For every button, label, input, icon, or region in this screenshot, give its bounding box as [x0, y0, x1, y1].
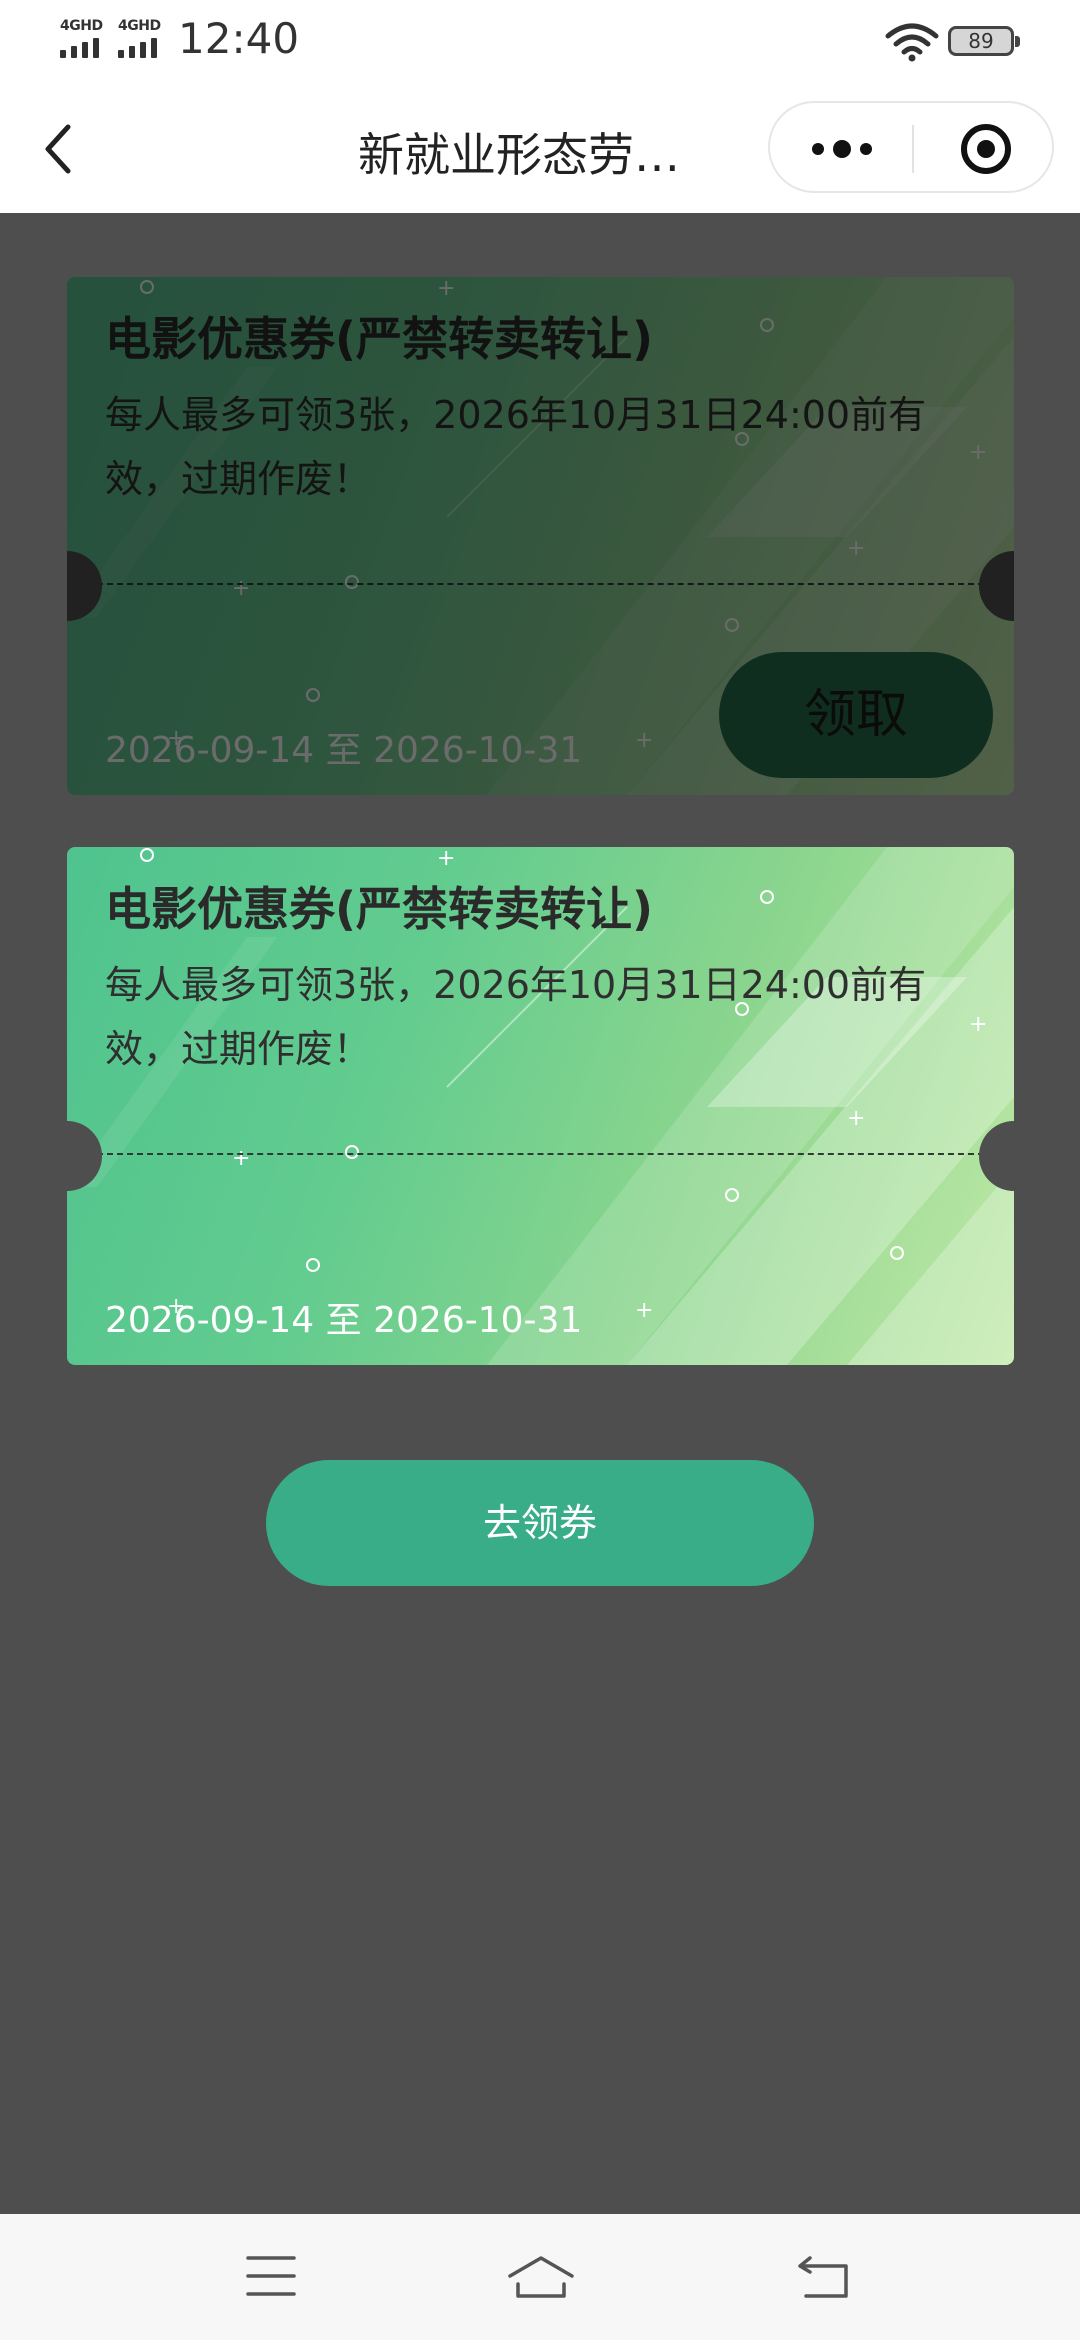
- system-nav-bar: [0, 2214, 1080, 2340]
- svg-text:+: +: [232, 576, 250, 601]
- claim-button[interactable]: 领取: [719, 652, 993, 778]
- coupon-date-range: 2026-09-14 至 2026-10-31: [105, 1300, 583, 1341]
- wifi-icon: [885, 23, 939, 62]
- svg-text:+: +: [437, 277, 455, 301]
- menu-icon[interactable]: [246, 2254, 296, 2298]
- mini-program-capsule: [768, 101, 1054, 193]
- signal-label: 4GHD: [60, 18, 103, 34]
- svg-text:+: +: [847, 536, 865, 561]
- svg-text:+: +: [635, 728, 653, 753]
- target-circle-icon[interactable]: [960, 123, 1012, 175]
- more-dots-icon[interactable]: [810, 133, 874, 165]
- coupon-card: + + + + + + + 电影优惠券(严禁转卖转让) 每人最多可领3张，202…: [67, 847, 1014, 1365]
- chevron-left-icon[interactable]: [38, 121, 82, 177]
- clock: 12:40: [178, 14, 300, 63]
- svg-text:+: +: [437, 847, 455, 871]
- battery-level: 89: [968, 29, 994, 53]
- svg-text:+: +: [635, 1298, 653, 1323]
- signal-icon: 4GHD: [118, 18, 166, 58]
- coupon-description: 每人最多可领3张，2026年10月31日24:00前有效，过期作废！: [105, 393, 927, 501]
- coupon-divider: [97, 1153, 984, 1155]
- status-bar: 4GHD 4GHD 12:40 89: [0, 0, 1080, 85]
- coupon-description: 每人最多可领3张，2026年10月31日24:00前有效，过期作废！: [105, 963, 927, 1071]
- signal-label: 4GHD: [118, 18, 161, 34]
- signal-icon: 4GHD: [60, 18, 108, 58]
- back-icon[interactable]: [796, 2254, 852, 2300]
- battery-icon: 89: [948, 26, 1020, 56]
- coupon-date-range: 2026-09-14 至 2026-10-31: [105, 730, 583, 771]
- svg-text:+: +: [847, 1106, 865, 1131]
- capsule-divider: [912, 125, 914, 173]
- coupon-title: 电影优惠券(严禁转卖转让): [105, 882, 654, 936]
- nav-bar: 新就业形态劳…: [0, 85, 1080, 213]
- coupon-divider: [97, 583, 984, 585]
- coupon-title: 电影优惠券(严禁转卖转让): [105, 312, 654, 366]
- page-title: 新就业形态劳…: [358, 128, 680, 182]
- svg-text:+: +: [232, 1146, 250, 1171]
- coupon-card: + + + + + + + 电影优惠券(严禁转卖转让) 每人最多可领3张，202…: [67, 277, 1014, 795]
- go-claim-button[interactable]: 去领券: [266, 1460, 814, 1586]
- home-icon[interactable]: [506, 2254, 576, 2300]
